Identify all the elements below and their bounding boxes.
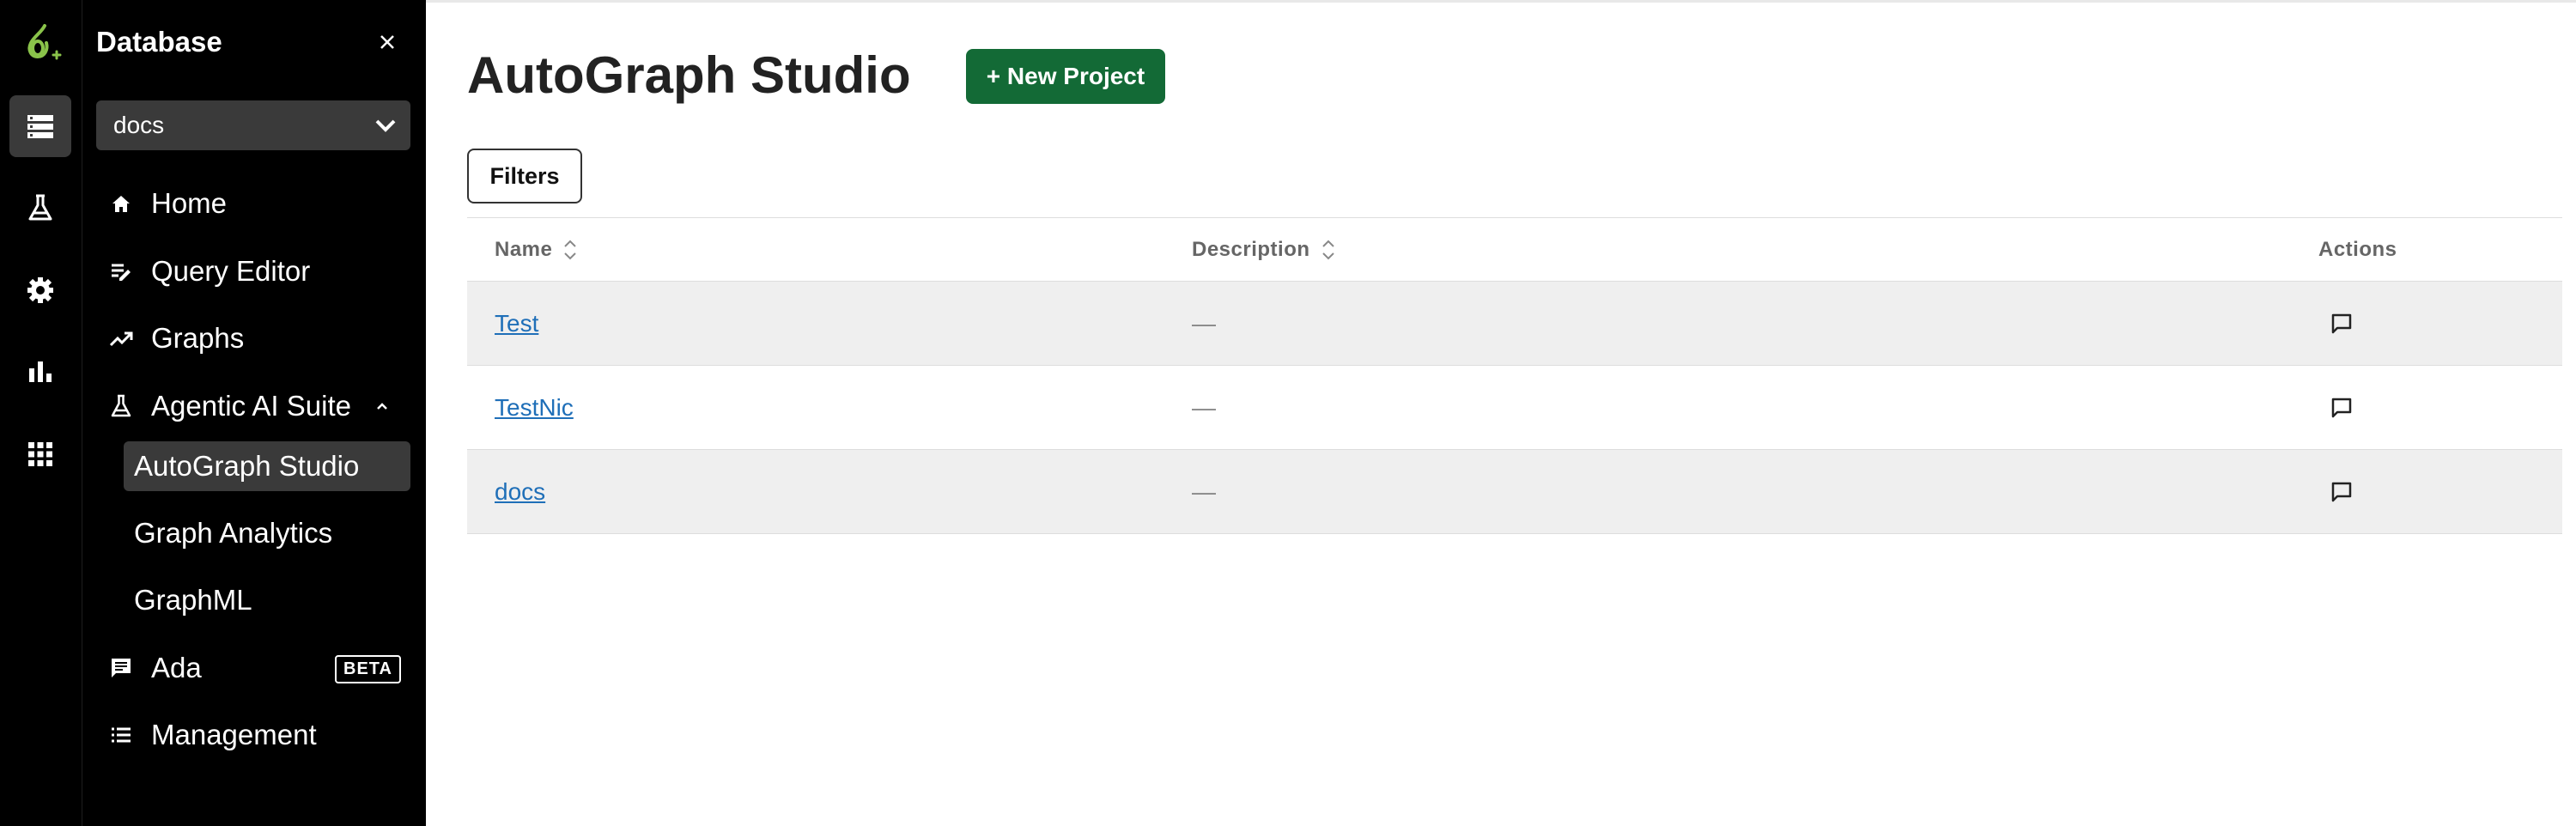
table-row: docs — [467, 450, 2562, 534]
table-row: Test — [467, 282, 2562, 366]
chat-icon [106, 653, 136, 683]
new-project-button[interactable]: + New Project [966, 49, 1165, 104]
nav-subitem-autograph-studio[interactable]: AutoGraph Studio [124, 441, 410, 491]
sort-icon [1321, 240, 1334, 260]
chat-icon[interactable] [2325, 307, 2358, 340]
table-header: Name Description Actions [467, 218, 2562, 282]
project-description: — [1192, 310, 1216, 337]
nav-item-label: Ada [151, 652, 202, 683]
nav-subitem-graph-analytics[interactable]: Graph Analytics [124, 508, 410, 558]
main-content: AutoGraph Studio + New Project Filters N… [426, 0, 2576, 826]
column-header-label: Name [495, 238, 553, 261]
flask-icon [106, 392, 136, 421]
nav-item-label: Query Editor [151, 255, 311, 287]
icon-rail [0, 0, 82, 826]
column-header-label: Actions [2318, 238, 2397, 261]
page-title: AutoGraph Studio [467, 46, 911, 104]
nav-panel: Database docs Home Query Editor Graphs A… [82, 0, 426, 826]
nav-item-management[interactable]: Management [106, 710, 317, 760]
nav-item-home[interactable]: Home [106, 179, 227, 228]
chevron-up-icon [377, 403, 387, 410]
nav-subitem-graphml[interactable]: GraphML [124, 575, 410, 625]
project-description: — [1192, 394, 1216, 421]
project-name-link[interactable]: TestNic [495, 366, 574, 450]
beta-badge: BETA [335, 655, 401, 683]
nav-item-ada[interactable]: Ada [106, 643, 202, 693]
nav-title: Database [96, 26, 222, 58]
list-icon [106, 720, 136, 750]
column-header-description[interactable]: Description [1192, 218, 1338, 282]
nav-item-label: Home [151, 187, 228, 219]
database-icon[interactable] [9, 95, 71, 157]
chevron-down-icon [375, 119, 396, 132]
project-name-link[interactable]: docs [495, 450, 545, 534]
chat-icon[interactable] [2325, 392, 2358, 424]
edit-notes-icon [106, 257, 136, 286]
apps-grid-icon[interactable] [9, 423, 71, 485]
filters-button[interactable]: Filters [467, 149, 582, 203]
nav-item-agentic-ai-suite[interactable]: Agentic AI Suite [106, 381, 410, 431]
sort-icon [564, 240, 577, 260]
projects-table: Name Description Actions Test — TestNic … [467, 217, 2562, 534]
column-header-name[interactable]: Name [495, 218, 580, 282]
bar-chart-icon[interactable] [9, 341, 71, 403]
nav-item-label: Agentic AI Suite [151, 390, 351, 422]
app-logo-icon[interactable] [19, 21, 64, 65]
chat-icon[interactable] [2325, 476, 2358, 508]
flask-icon[interactable] [9, 177, 71, 239]
close-icon[interactable] [371, 26, 404, 58]
nav-item-label: Graphs [151, 322, 245, 354]
table-row: TestNic — [467, 366, 2562, 450]
trending-up-icon [106, 324, 136, 353]
database-select[interactable]: docs [96, 100, 410, 150]
nav-item-query-editor[interactable]: Query Editor [106, 246, 310, 296]
column-header-label: Description [1192, 238, 1310, 261]
database-select-value: docs [113, 112, 165, 138]
home-icon [106, 189, 136, 218]
nav-item-graphs[interactable]: Graphs [106, 313, 244, 363]
project-name-link[interactable]: Test [495, 282, 538, 366]
project-description: — [1192, 478, 1216, 505]
nav-item-label: Management [151, 719, 317, 750]
column-header-actions: Actions [2318, 218, 2397, 282]
gear-icon[interactable] [9, 259, 71, 321]
